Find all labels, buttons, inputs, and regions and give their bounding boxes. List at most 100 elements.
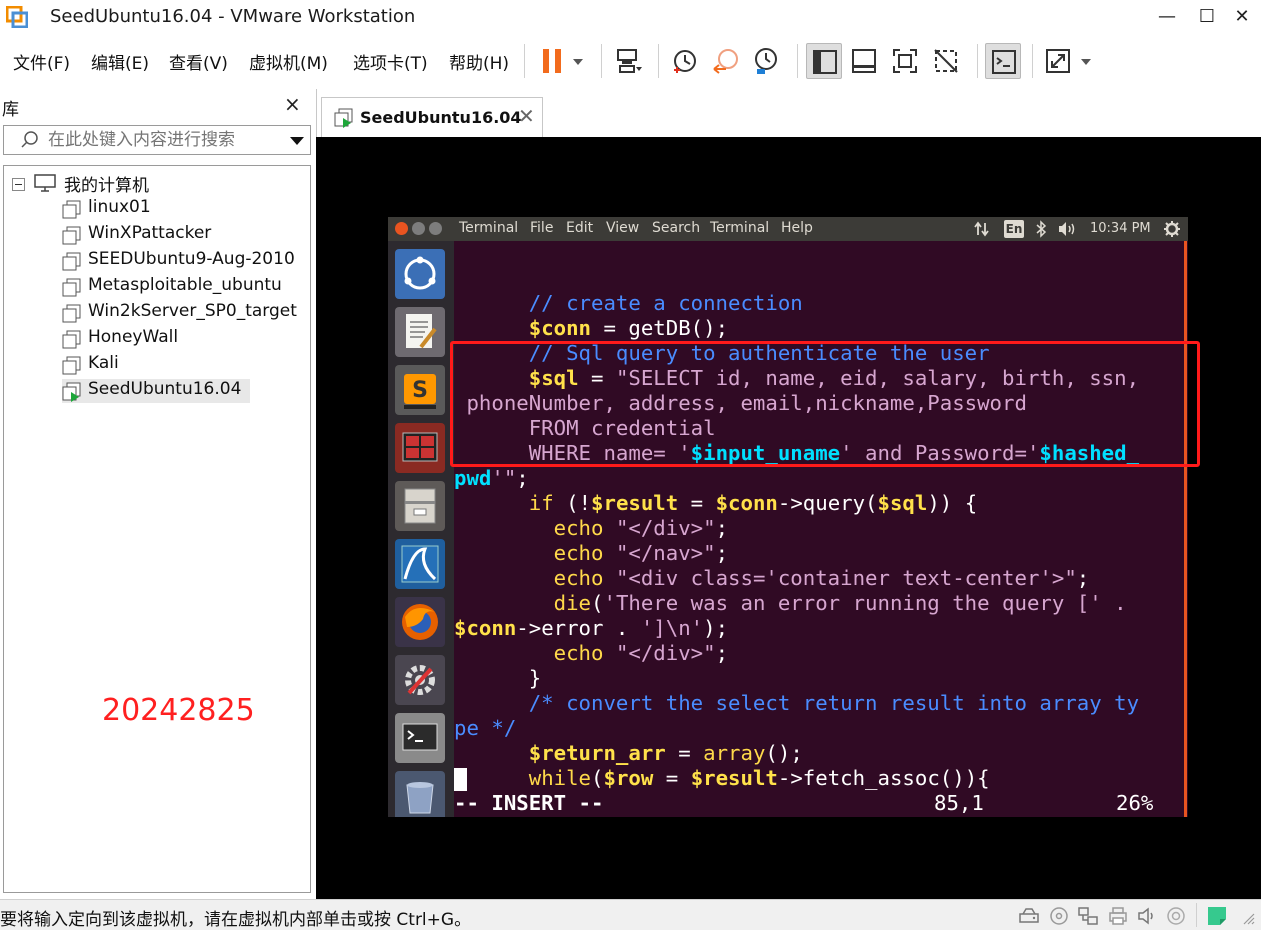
vm-label: HoneyWall bbox=[88, 327, 179, 347]
code-line: $return_arr = array(); bbox=[528, 741, 803, 765]
text-editor-icon[interactable] bbox=[395, 307, 445, 357]
terminal-emulator-icon[interactable] bbox=[395, 423, 445, 473]
menu-file[interactable]: 文件(F) bbox=[13, 49, 70, 74]
pause-dropdown-icon[interactable] bbox=[566, 43, 590, 79]
menu-tabs[interactable]: 选项卡(T) bbox=[353, 49, 428, 74]
vm-running-icon bbox=[334, 108, 354, 128]
cd-rom-icon[interactable] bbox=[1048, 905, 1070, 927]
tree-item-vm-selected[interactable]: SeedUbuntu16.04 bbox=[62, 379, 250, 403]
code-line: echo "</div>"; bbox=[553, 516, 729, 540]
trash-icon[interactable] bbox=[395, 771, 445, 817]
thumbnail-bar-icon[interactable] bbox=[846, 43, 882, 79]
keyboard-layout-indicator[interactable]: En bbox=[1004, 220, 1024, 238]
snapshot-icon[interactable] bbox=[667, 43, 703, 79]
sound-card-icon[interactable] bbox=[1136, 905, 1158, 927]
close-button[interactable]: ✕ bbox=[1225, 2, 1259, 32]
dash-home-icon[interactable] bbox=[395, 249, 445, 299]
hard-disk-icon[interactable] bbox=[1018, 905, 1040, 927]
vm-running-icon bbox=[62, 382, 82, 402]
firefox-icon[interactable] bbox=[395, 597, 445, 647]
code-line: // create a connection bbox=[454, 291, 803, 315]
system-settings-icon[interactable] bbox=[395, 655, 445, 705]
send-ctrl-alt-del-icon[interactable] bbox=[611, 43, 647, 79]
window-minimize-dot[interactable] bbox=[412, 222, 425, 235]
vm-label: Metasploitable_ubuntu bbox=[88, 275, 282, 295]
settings-gear-icon[interactable] bbox=[1163, 220, 1181, 238]
code-line: echo "<div class='container text-center'… bbox=[553, 566, 1090, 590]
menu-view[interactable]: 查看(V) bbox=[169, 49, 228, 74]
menu-edit[interactable]: 编辑(E) bbox=[91, 49, 149, 74]
terminal-window-border bbox=[1184, 241, 1187, 817]
status-bar: 要将输入定向到该虚拟机，请在虚拟机内部单击或按 Ctrl+G。 bbox=[0, 899, 1261, 930]
ubuntu-guest-screen[interactable]: Terminal File Edit View Search Terminal … bbox=[388, 217, 1188, 817]
printer-icon[interactable] bbox=[1107, 905, 1129, 927]
library-panel: 库 × 我的计算机 linux01 bbox=[0, 89, 316, 899]
ubuntu-menu-view[interactable]: View bbox=[606, 220, 639, 236]
toolbar-separator bbox=[1032, 44, 1033, 78]
search-dropdown-icon[interactable] bbox=[288, 131, 306, 149]
revert-snapshot-icon[interactable] bbox=[708, 43, 744, 79]
usb-device-icon[interactable] bbox=[1165, 905, 1187, 927]
ubuntu-menu-edit[interactable]: Edit bbox=[566, 220, 593, 236]
menu-vm[interactable]: 虚拟机(M) bbox=[249, 49, 328, 74]
resize-grip-icon[interactable] bbox=[1238, 908, 1256, 926]
vm-icon bbox=[62, 252, 82, 272]
code-line: die('There was an error running the quer… bbox=[553, 591, 1127, 615]
terminal-icon[interactable] bbox=[395, 713, 445, 763]
library-close-button[interactable]: × bbox=[284, 92, 301, 116]
volume-icon[interactable] bbox=[1057, 221, 1079, 237]
library-search-input[interactable] bbox=[48, 129, 278, 151]
vm-icon bbox=[62, 200, 82, 220]
unity-mode-icon[interactable] bbox=[928, 43, 964, 79]
text-cursor bbox=[454, 768, 467, 791]
vm-icon bbox=[62, 356, 82, 376]
window-close-dot[interactable] bbox=[395, 222, 408, 235]
collapse-icon[interactable] bbox=[12, 176, 25, 191]
stretch-guest-icon[interactable] bbox=[1040, 43, 1076, 79]
vm-label: SeedUbuntu16.04 bbox=[88, 379, 242, 399]
vm-label: Kali bbox=[88, 353, 119, 373]
show-library-icon[interactable] bbox=[806, 43, 842, 79]
library-search-box[interactable] bbox=[3, 125, 311, 155]
search-icon bbox=[20, 130, 40, 150]
ubuntu-menu-search[interactable]: Search bbox=[652, 220, 700, 236]
vm-label: SEEDUbuntu9-Aug-2010 bbox=[88, 249, 295, 269]
snapshot-manager-icon[interactable] bbox=[748, 43, 784, 79]
ubuntu-menu-file[interactable]: File bbox=[530, 220, 553, 236]
sublime-text-icon[interactable]: S bbox=[395, 365, 445, 415]
window-maximize-dot[interactable] bbox=[429, 222, 442, 235]
ubuntu-top-bar: Terminal File Edit View Search Terminal … bbox=[388, 217, 1188, 241]
terminal-content[interactable]: // create a connection $conn = getDB(); … bbox=[454, 241, 1184, 817]
vmware-logo-icon bbox=[5, 5, 29, 29]
status-message: 要将输入定向到该虚拟机，请在虚拟机内部单击或按 Ctrl+G。 bbox=[0, 910, 472, 930]
clock[interactable]: 10:34 PM bbox=[1090, 221, 1151, 236]
ubuntu-menu-terminal[interactable]: Terminal bbox=[710, 220, 769, 236]
bluetooth-icon[interactable] bbox=[1035, 220, 1047, 238]
tab-close-button[interactable]: ✕ bbox=[518, 104, 535, 128]
tree-root-label: 我的计算机 bbox=[64, 176, 149, 196]
files-icon[interactable] bbox=[395, 481, 445, 531]
code-line: $conn = getDB(); bbox=[528, 316, 729, 340]
message-log-icon[interactable] bbox=[1206, 905, 1228, 927]
network-adapter-icon[interactable] bbox=[1077, 905, 1099, 927]
wireshark-icon[interactable] bbox=[395, 539, 445, 589]
unity-launcher: S bbox=[388, 241, 454, 817]
window-title: SeedUbuntu16.04 - VMware Workstation bbox=[50, 6, 416, 27]
full-screen-icon[interactable] bbox=[887, 43, 923, 79]
network-icon[interactable] bbox=[974, 221, 990, 237]
ubuntu-menu-help[interactable]: Help bbox=[781, 220, 813, 236]
title-bar[interactable]: SeedUbuntu16.04 - VMware Workstation — ☐… bbox=[0, 0, 1261, 35]
tab-seedubuntu[interactable]: SeedUbuntu16.04 ✕ bbox=[321, 97, 543, 137]
stretch-dropdown-icon[interactable] bbox=[1074, 43, 1098, 79]
minimize-button[interactable]: — bbox=[1150, 2, 1184, 32]
svg-text:S: S bbox=[412, 378, 428, 403]
console-view-icon[interactable] bbox=[985, 43, 1021, 79]
vm-tree: 我的计算机 linux01 WinXPattacker SEEDUbuntu9-… bbox=[3, 165, 311, 893]
menu-help[interactable]: 帮助(H) bbox=[449, 49, 509, 74]
student-id-watermark: 20242825 bbox=[102, 693, 255, 728]
maximize-button[interactable]: ☐ bbox=[1190, 2, 1224, 32]
vmware-window: SeedUbuntu16.04 - VMware Workstation — ☐… bbox=[0, 0, 1261, 930]
code-line: echo "</div>"; bbox=[553, 641, 729, 665]
toolbar-separator bbox=[797, 44, 798, 78]
code-line: pwd'"; bbox=[454, 466, 529, 490]
